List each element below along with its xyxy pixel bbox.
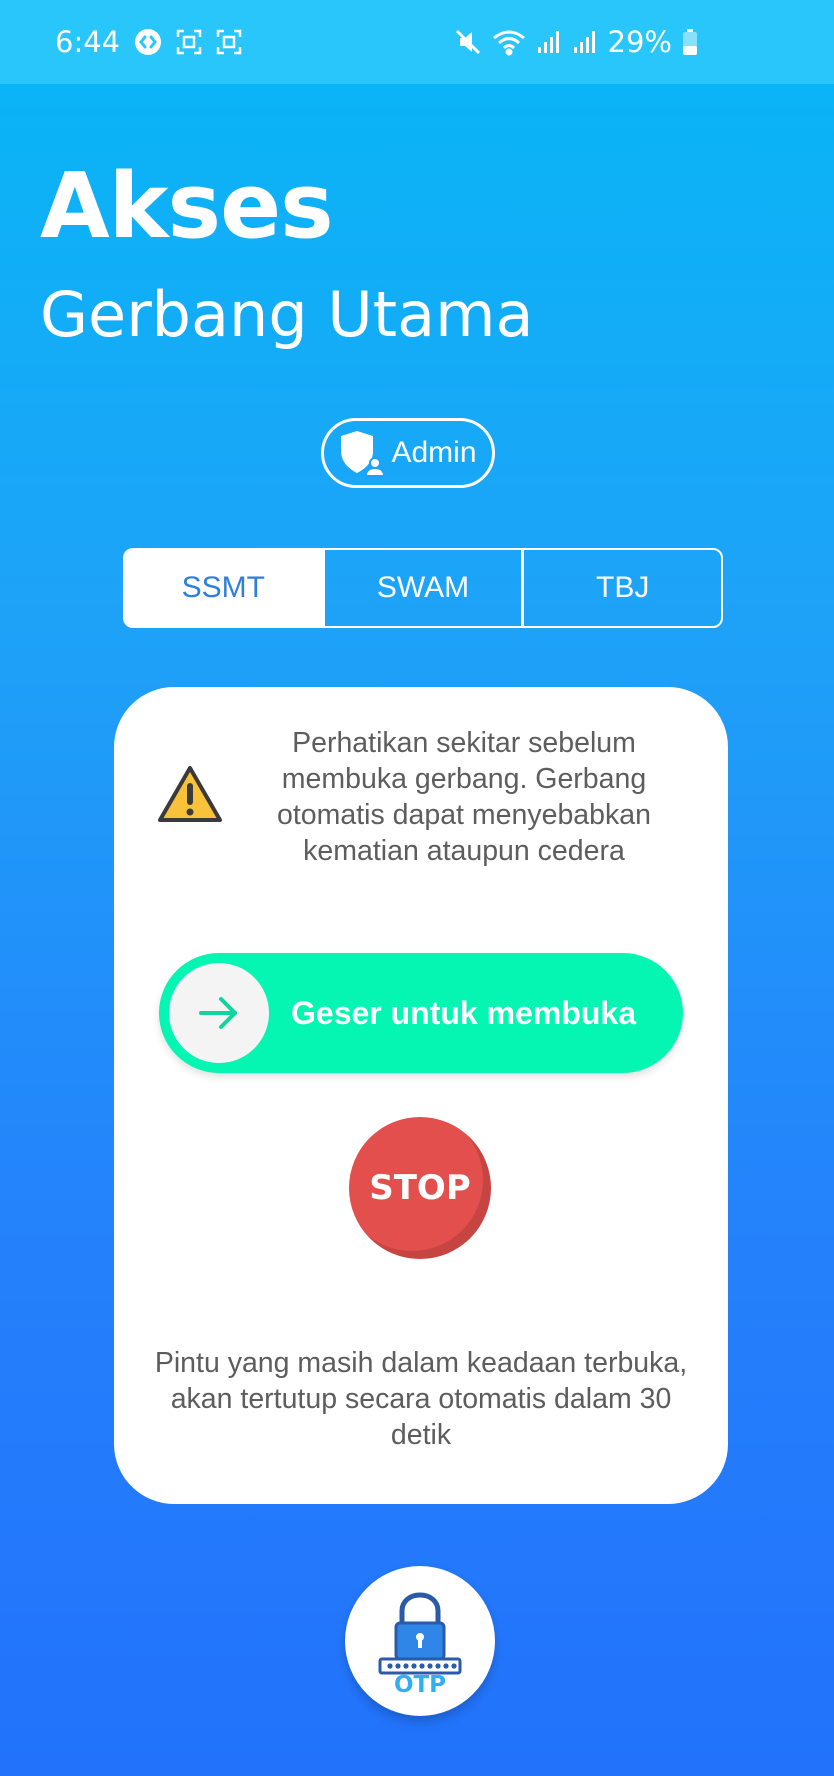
otp-label: OTP xyxy=(394,1672,446,1697)
site-tabs: SSMT SWAM TBJ xyxy=(123,548,723,628)
wifi-icon xyxy=(492,28,526,56)
shield-user-icon xyxy=(339,429,386,477)
tab-ssmt[interactable]: SSMT xyxy=(125,550,322,626)
slider-handle[interactable] xyxy=(169,963,269,1063)
warning-text: Perhatikan sekitar sebelum membuka gerba… xyxy=(277,727,651,867)
otp-button[interactable]: OTP xyxy=(345,1566,495,1716)
status-bar-right: 29% xyxy=(454,0,698,84)
padlock-icon: OTP xyxy=(378,1592,462,1697)
tab-swam[interactable]: SWAM xyxy=(321,550,522,626)
role-badge: Admin xyxy=(321,418,495,488)
arrow-right-icon xyxy=(197,993,241,1033)
page-title: Akses xyxy=(40,154,334,259)
battery-icon xyxy=(682,28,698,56)
battery-percent: 29% xyxy=(607,25,672,59)
page-subtitle: Gerbang Utama xyxy=(40,278,534,351)
status-time: 6:44 xyxy=(55,25,121,59)
slider-label: Geser untuk membuka xyxy=(291,994,636,1031)
screenshot-icon xyxy=(216,29,242,55)
shazam-icon xyxy=(134,28,162,56)
gate-control-card: Perhatikan sekitar sebelum membuka gerba… xyxy=(114,687,728,1504)
role-label: Admin xyxy=(391,436,477,469)
mute-icon xyxy=(454,28,482,56)
status-bar-left: 6:44 xyxy=(55,0,242,84)
signal-icon xyxy=(536,29,562,55)
signal-icon xyxy=(572,29,598,55)
stop-button[interactable]: STOP xyxy=(349,1117,491,1259)
status-bar: 6:44 29% xyxy=(0,0,834,84)
screenshot-icon xyxy=(176,29,202,55)
swipe-to-open-slider[interactable]: Geser untuk membuka xyxy=(159,953,683,1073)
auto-close-text: Pintu yang masih dalam keadaan terbuka, … xyxy=(154,1347,688,1451)
warning-icon xyxy=(157,765,223,828)
tab-tbj[interactable]: TBJ xyxy=(521,550,721,626)
